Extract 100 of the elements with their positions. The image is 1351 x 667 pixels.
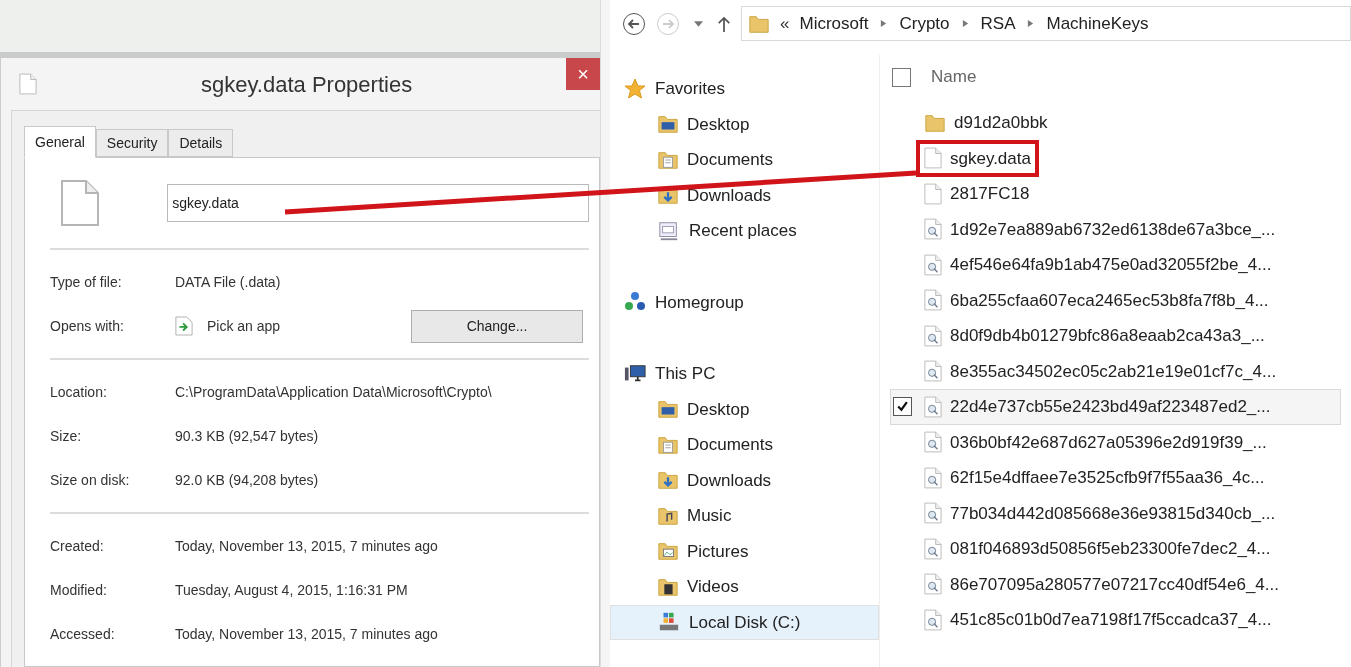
nav-item[interactable]: Homegroup [610,284,879,320]
property-label: Location: [50,382,108,402]
file-row[interactable]: 6ba255cfaa607eca2465ec53b8fa7f8b_4... [890,282,1341,318]
chevron-right-icon [961,19,969,28]
file-row[interactable]: 86e707095a280577e07217cc40df54e6_4... [890,566,1341,602]
chevron-right-icon [1027,19,1035,28]
property-value: C:\ProgramData\Application Data\Microsoft\Crypto\ [175,382,492,402]
file-name: 8e355ac34502ec05c2ab21e19e01cf7c_4... [950,360,1277,383]
breadcrumb-item[interactable]: RSA [980,10,1016,37]
file-name: 22d4e737cb55e2423bd49af223487ed2_... [950,396,1271,418]
file-row[interactable]: 1d92e7ea889ab6732ed6138de67a3bce_... [890,211,1341,247]
file-name: 451c85c01b0d7ea7198f17f5ccadca37_4... [950,609,1272,631]
close-button[interactable]: × [566,58,600,90]
file-icon [924,147,942,170]
row-checkbox[interactable] [893,397,912,417]
key-file-icon [924,395,942,418]
file-row[interactable]: 8d0f9db4b01279bfc86a8eaab2ca43a3_... [890,318,1341,354]
key-file-icon [924,253,942,276]
file-name: d91d2a0bbk [954,112,1048,134]
key-file-icon [924,537,942,560]
file-name: 77b034d442d085668e36e93815d340cb_... [950,502,1276,525]
file-row[interactable]: 081f046893d50856f5eb23300fe7dec2_4... [890,531,1341,567]
breadcrumb-item[interactable]: Crypto [899,10,950,37]
file-name: 1d92e7ea889ab6732ed6138de67a3bce_... [950,218,1276,241]
window-title: sgkey.data Properties [201,70,413,99]
property-label: Opens with: [50,316,125,336]
property-value: Pick an app [207,316,281,336]
file-name: 6ba255cfaa607eca2465ec53b8fa7f8b_4... [950,289,1269,312]
file-name: 081f046893d50856f5eb23300fe7dec2_4... [950,538,1271,560]
desktop-folder-icon [657,398,679,421]
file-name: 86e707095a280577e07217cc40df54e6_4... [950,573,1279,596]
breadcrumb-item[interactable]: MachineKeys [1046,10,1149,37]
address-bar[interactable]: « Microsoft Crypto RSA MachineKeys [741,6,1351,41]
file-row[interactable]: 62f15e4dffaee7e3525cfb9f7f55aa36_4c... [890,460,1341,496]
file-row[interactable]: 22d4e737cb55e2423bd49af223487ed2_... [890,389,1341,425]
property-label: Accessed: [50,624,116,644]
nav-item[interactable]: Desktop [610,391,879,427]
tab[interactable]: General [24,126,96,158]
file-row[interactable]: d91d2a0bbk [890,105,1341,141]
file-row[interactable]: 2817FC18 [890,176,1341,212]
file-row[interactable]: 4ef546e64fa9b1ab475e0ad32055f2be_4... [890,247,1341,283]
key-file-icon [924,289,942,312]
breadcrumb-overflow[interactable]: « [780,10,790,37]
downloads-folder-icon [657,469,679,492]
file-row[interactable]: 036b0bf42e687d627a05396e2d919f39_... [890,424,1341,460]
property-value: 92.0 KB (94,208 bytes) [175,470,319,490]
property-label: Created: [50,536,105,556]
key-file-icon [924,218,942,241]
breadcrumb-item[interactable]: Microsoft [799,10,869,37]
tab[interactable]: Security [95,129,169,157]
file-icon [924,182,942,205]
property-label: Modified: [50,580,108,600]
property-value: Today, November 13, 2015, 7 minutes ago [175,624,438,644]
nav-item[interactable]: Downloads [610,462,879,498]
property-label: Type of file: [50,272,123,292]
nav-item[interactable]: Downloads [610,177,879,213]
nav-item[interactable]: Recent places [610,213,879,249]
property-label: Size on disk: [50,470,131,490]
key-file-icon [924,466,942,489]
file-row[interactable]: 77b034d442d085668e36e93815d340cb_... [890,495,1341,531]
file-row[interactable]: 8e355ac34502ec05c2ab21e19e01cf7c_4... [890,353,1341,389]
key-file-icon [924,608,942,631]
file-row[interactable]: 451c85c01b0d7ea7198f17f5ccadca37_4... [890,602,1341,638]
filename-field[interactable]: sgkey.data [167,184,589,222]
app-icon [175,316,193,336]
desktop-folder-icon [657,113,679,136]
name-column-header[interactable]: Name [931,64,977,90]
nav-item[interactable]: Local Disk (C:) [610,604,879,640]
file-name: 2817FC18 [950,183,1030,205]
back-button[interactable] [622,11,646,36]
nav-item[interactable]: Music [610,498,879,534]
checkmark-icon [896,400,909,414]
up-arrow-icon[interactable] [717,14,731,33]
key-file-icon [924,573,942,596]
change-button[interactable]: Change... [411,309,583,343]
tab[interactable]: Details [168,129,234,157]
file-name: 62f15e4dffaee7e3525cfb9f7f55aa36_4c... [950,467,1265,489]
file-name: 8d0f9db4b01279bfc86a8eaab2ca43a3_... [950,325,1265,347]
select-all-checkbox[interactable] [892,67,911,87]
property-value: DATA File (.data) [175,272,281,292]
file-icon [60,179,100,227]
property-value: Tuesday, August 4, 2015, 1:16:31 PM [175,580,408,600]
key-file-icon [924,360,942,383]
nav-item[interactable]: This PC [610,356,879,392]
key-file-icon [924,324,942,347]
property-value: 90.3 KB (92,547 bytes) [175,426,319,446]
pictures-folder-icon [657,540,679,563]
key-file-icon [924,431,942,454]
dropdown-icon[interactable] [694,20,703,27]
file-icon [19,73,37,95]
property-value: Today, November 13, 2015, 7 minutes ago [175,536,438,556]
file-name: 036b0bf42e687d627a05396e2d919f39_... [950,431,1267,454]
file-row[interactable]: sgkey.data [890,140,1341,176]
nav-item[interactable]: Desktop [610,106,879,142]
file-name: 4ef546e64fa9b1ab475e0ad32055f2be_4... [950,254,1272,276]
nav-item[interactable]: Documents [610,142,879,178]
nav-item[interactable]: Pictures [610,533,879,569]
nav-item[interactable]: Videos [610,569,879,605]
nav-item[interactable]: Favorites [610,71,879,107]
nav-item[interactable]: Documents [610,427,879,463]
